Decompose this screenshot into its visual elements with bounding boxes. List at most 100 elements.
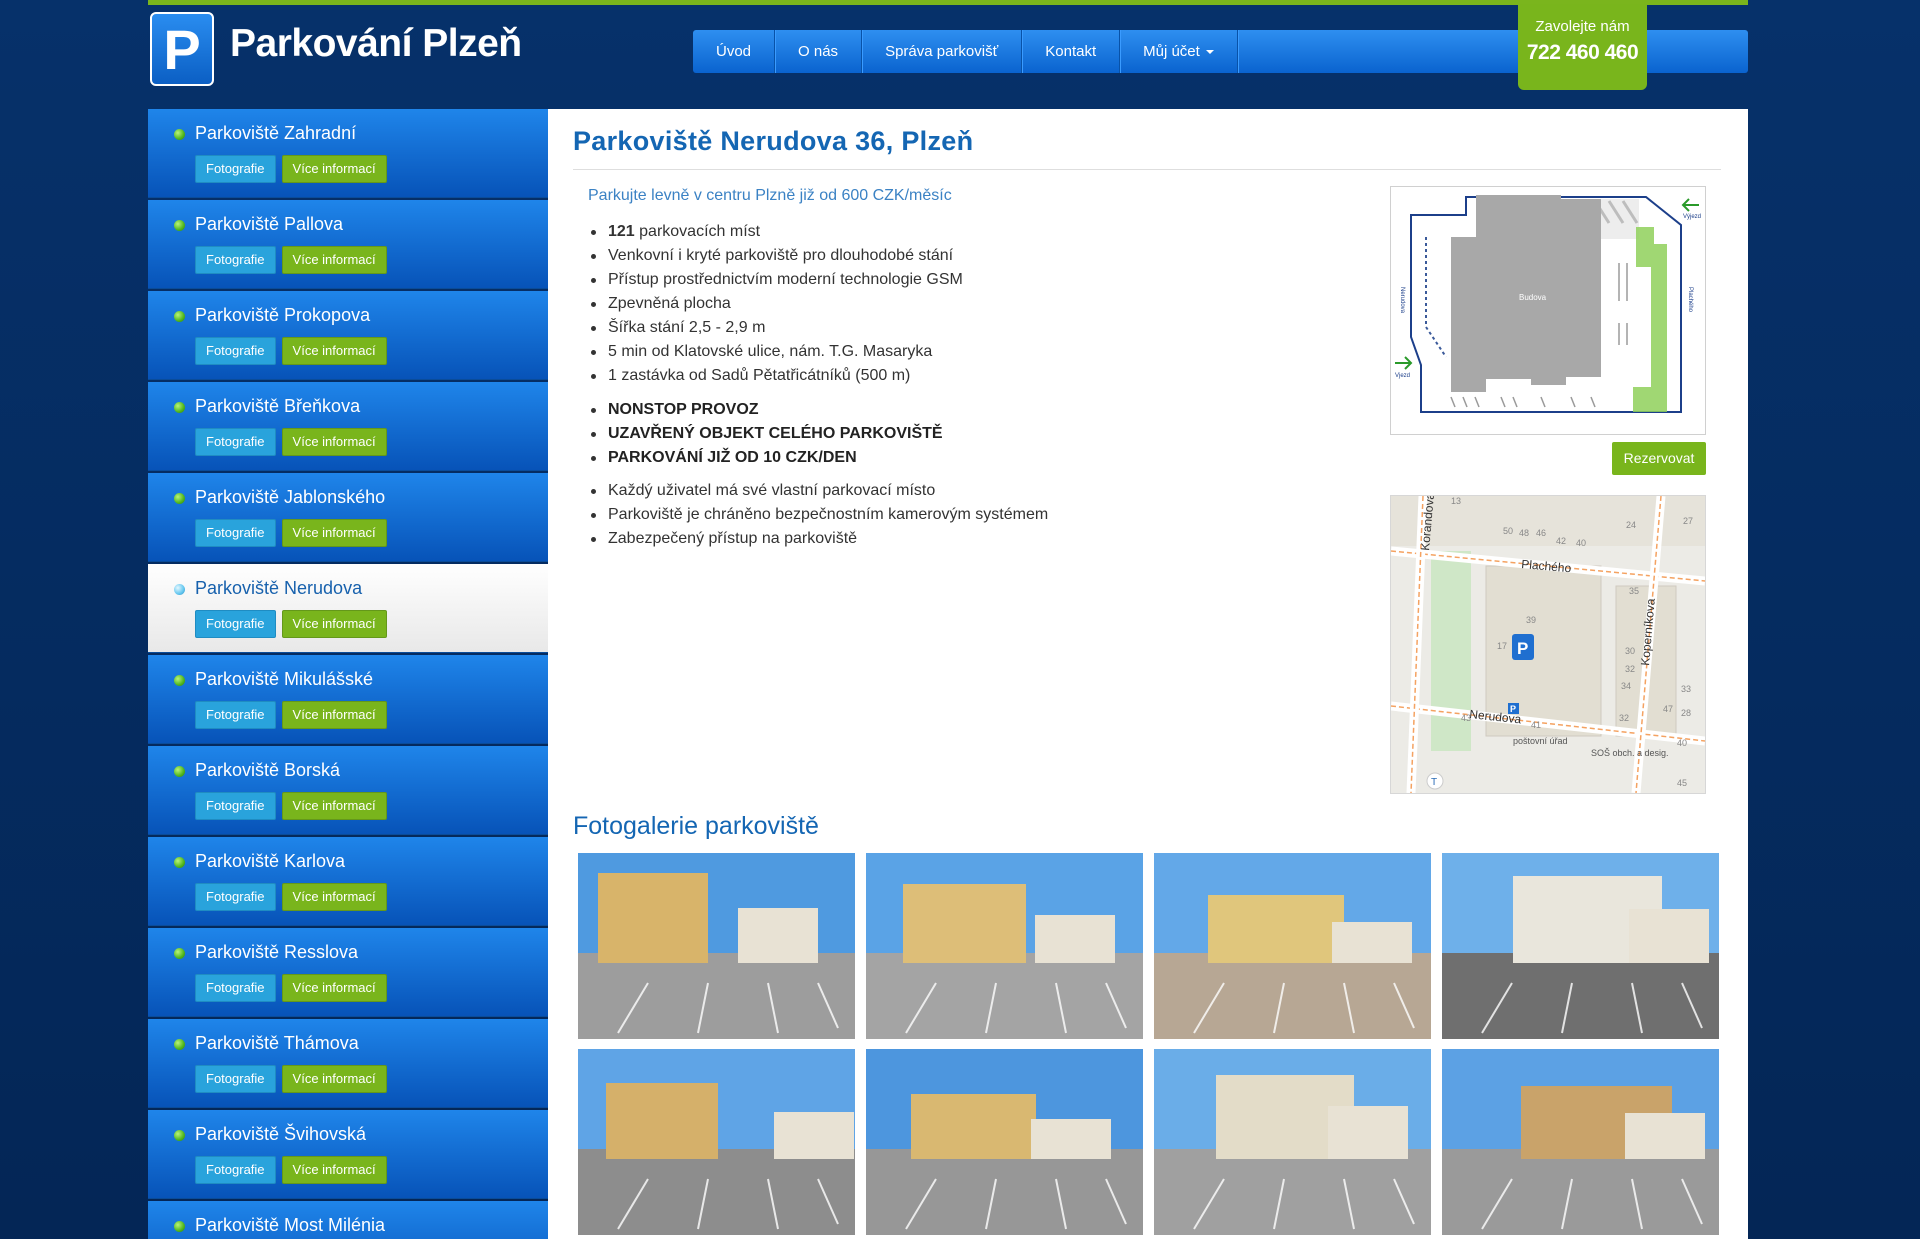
- sidebar-item-label[interactable]: Parkoviště Zahradní: [195, 123, 356, 144]
- reserve-button[interactable]: Rezervovat: [1612, 442, 1706, 475]
- green-dot-icon: [174, 675, 185, 686]
- sidebar-item-label[interactable]: Parkoviště Mikulášské: [195, 669, 373, 690]
- more-features-list: Každý uživatel má své vlastní parkovací …: [590, 479, 1048, 551]
- photos-button[interactable]: Fotografie: [195, 1065, 276, 1093]
- sidebar-item-actions: Fotografie Více informací: [195, 155, 387, 183]
- map-number: 47: [1663, 704, 1673, 714]
- green-dot-icon: [174, 311, 185, 322]
- sidebar-item-label[interactable]: Parkoviště Thámova: [195, 1033, 359, 1054]
- sidebar-item[interactable]: Parkoviště Karlova Fotografie Více informa…: [148, 837, 548, 926]
- sidebar-item-label[interactable]: Parkoviště Nerudova: [195, 578, 362, 599]
- more-info-button[interactable]: Více informací: [281, 701, 387, 729]
- page-title: Parkoviště Nerudova 36, Plzeň: [573, 126, 974, 156]
- sidebar-item-label[interactable]: Parkoviště Karlova: [195, 851, 345, 872]
- sidebar-item-label[interactable]: Parkoviště Pallova: [195, 214, 343, 235]
- gallery-photo[interactable]: [1442, 1049, 1719, 1235]
- photos-button[interactable]: Fotografie: [195, 428, 276, 456]
- photos-button[interactable]: Fotografie: [195, 1156, 276, 1184]
- list-item: NONSTOP PROVOZ: [591, 398, 943, 422]
- photos-button[interactable]: Fotografie: [195, 155, 276, 183]
- map-number: 50: [1503, 526, 1513, 536]
- sidebar-item-label[interactable]: Parkoviště Prokopova: [195, 305, 370, 326]
- sidebar-item[interactable]: Parkoviště Břeňkova Fotografie Více inform…: [148, 382, 548, 471]
- capacity-number: 121: [608, 223, 635, 240]
- sidebar-item[interactable]: Parkoviště Thámova Fotografie Více informa…: [148, 1019, 548, 1108]
- green-dot-icon: [174, 1130, 185, 1141]
- gallery-photo[interactable]: [866, 1049, 1143, 1235]
- photo-image: [1154, 1049, 1431, 1235]
- location-map[interactable]: Korandova Plachého Nerudova Koperníkova …: [1390, 495, 1706, 794]
- sidebar-item[interactable]: Parkoviště Pallova Fotografie Více informa…: [148, 200, 548, 289]
- more-info-button[interactable]: Více informací: [281, 974, 387, 1002]
- green-dot-icon: [174, 1039, 185, 1050]
- sidebar-item[interactable]: Parkoviště Resslova Fotografie Více inform…: [148, 928, 548, 1017]
- sidebar-item-label[interactable]: Parkoviště Švihovská: [195, 1124, 366, 1145]
- gallery-photo[interactable]: [866, 853, 1143, 1039]
- photos-button[interactable]: Fotografie: [195, 610, 276, 638]
- photo-image: [866, 853, 1143, 1039]
- photos-button[interactable]: Fotografie: [195, 246, 276, 274]
- map-number: 39: [1526, 615, 1536, 625]
- list-item: 121 parkovacích míst: [591, 220, 963, 244]
- sidebar-item-label[interactable]: Parkoviště Most Milénia: [195, 1215, 385, 1236]
- more-info-button[interactable]: Více informací: [281, 792, 387, 820]
- map-number: 35: [1629, 586, 1639, 596]
- more-info-button[interactable]: Více informací: [281, 155, 387, 183]
- sidebar-item-label[interactable]: Parkoviště Resslova: [195, 942, 358, 963]
- nav-kontakt[interactable]: Kontakt: [1022, 30, 1121, 73]
- sidebar-item[interactable]: Parkoviště Mikulášské Fotografie Více info…: [148, 655, 548, 744]
- more-info-button[interactable]: Více informací: [281, 428, 387, 456]
- sidebar-item-actions: Fotografie Více informací: [195, 701, 387, 729]
- brand-name[interactable]: Parkování Plzeň: [230, 22, 522, 66]
- photo-image: [578, 1049, 855, 1235]
- sidebar-item-label[interactable]: Parkoviště Břeňkova: [195, 396, 360, 417]
- nav-muj-ucet-dropdown[interactable]: Můj účet: [1120, 30, 1238, 73]
- photos-button[interactable]: Fotografie: [195, 519, 276, 547]
- photo-image: [1442, 853, 1719, 1039]
- sidebar-item[interactable]: Parkoviště Prokopova Fotografie Více infor…: [148, 291, 548, 380]
- more-info-button[interactable]: Více informací: [281, 246, 387, 274]
- more-info-button[interactable]: Více informací: [281, 883, 387, 911]
- divider: [573, 169, 1721, 170]
- sidebar-item[interactable]: Parkoviště Borská Fotografie Více informac…: [148, 746, 548, 835]
- more-info-button[interactable]: Více informací: [281, 610, 387, 638]
- nav-sprava-parkovist[interactable]: Správa parkovišť: [862, 30, 1023, 73]
- list-item: Přístup prostřednictvím moderní technolo…: [591, 268, 963, 292]
- photos-button[interactable]: Fotografie: [195, 883, 276, 911]
- gallery-photo[interactable]: [1154, 853, 1431, 1039]
- gallery-photo[interactable]: [578, 853, 855, 1039]
- nav-uvod[interactable]: Úvod: [693, 30, 776, 73]
- map-number: 41: [1531, 720, 1541, 730]
- sidebar-item-label[interactable]: Parkoviště Borská: [195, 760, 340, 781]
- lead-text: Parkujte levně v centru Plzně již od 600…: [588, 187, 952, 204]
- map-number: 27: [1683, 516, 1693, 526]
- list-item: Šířka stání 2,5 - 2,9 m: [591, 316, 963, 340]
- sidebar-item[interactable]: Parkoviště Jablonského Fotografie Více inf…: [148, 473, 548, 562]
- map-transit-icon: T: [1431, 777, 1437, 788]
- gallery-photo[interactable]: [1442, 853, 1719, 1039]
- sidebar-item[interactable]: Parkoviště Most MiléniaFotografieVíce in…: [148, 1201, 548, 1239]
- page: P Parkování Plzeň Úvod O nás Správa park…: [148, 0, 1748, 1239]
- more-info-button[interactable]: Více informací: [281, 1065, 387, 1093]
- parking-plan-diagram[interactable]: Budova Vjezd Výjezd Nerudova Plachého: [1390, 186, 1706, 435]
- green-dot-icon: [174, 948, 185, 959]
- photos-button[interactable]: Fotografie: [195, 792, 276, 820]
- call-us-box[interactable]: Zavolejte nám 722 460 460: [1518, 4, 1647, 90]
- sidebar-item[interactable]: Parkoviště Švihovská Fotografie Více infor…: [148, 1110, 548, 1199]
- sidebar-item[interactable]: Parkoviště Nerudova Fotografie Více inform…: [148, 564, 548, 653]
- sidebar-item[interactable]: Parkoviště Zahradní Fotografie Více inform…: [148, 109, 548, 198]
- more-info-button[interactable]: Více informací: [281, 519, 387, 547]
- nav-label: Správa parkovišť: [885, 43, 999, 60]
- parking-p-icon[interactable]: P: [150, 12, 214, 86]
- gallery-photo[interactable]: [1154, 1049, 1431, 1235]
- photos-button[interactable]: Fotografie: [195, 701, 276, 729]
- more-info-button[interactable]: Více informací: [281, 337, 387, 365]
- green-dot-icon: [174, 766, 185, 777]
- sidebar-item-actions: Fotografie Více informací: [195, 1156, 387, 1184]
- gallery-photo[interactable]: [578, 1049, 855, 1235]
- nav-o-nas[interactable]: O nás: [775, 30, 863, 73]
- more-info-button[interactable]: Více informací: [281, 1156, 387, 1184]
- photos-button[interactable]: Fotografie: [195, 974, 276, 1002]
- sidebar-item-label[interactable]: Parkoviště Jablonského: [195, 487, 385, 508]
- photos-button[interactable]: Fotografie: [195, 337, 276, 365]
